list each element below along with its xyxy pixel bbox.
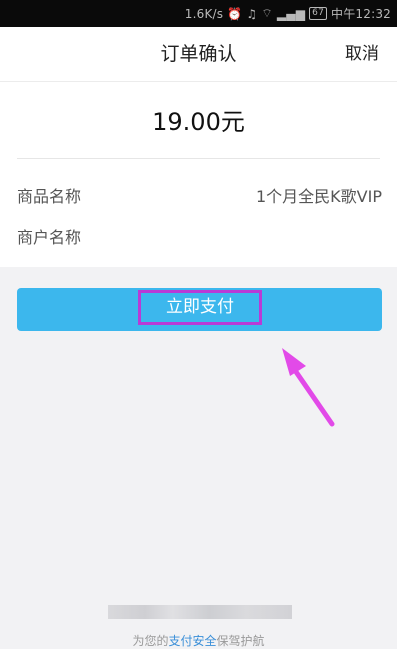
blurred-content [108, 605, 292, 619]
footer-suffix: 保驾护航 [216, 634, 265, 648]
order-info: 商品名称 1个月全民K歌VIP 商户名称 [0, 159, 397, 267]
merchant-label: 商户名称 [17, 228, 82, 247]
headset-icon: ♫ [246, 6, 258, 21]
payment-security-link[interactable]: 支付安全 [168, 634, 216, 648]
merchant-row: 商户名称 [17, 224, 382, 250]
header-bar: 订单确认 取消 [0, 27, 397, 82]
battery-indicator: 67 [309, 7, 328, 20]
status-bar: 1.6K/s ⏰ ♫ ⌔ ▂▄▆ 67 中午12:32 [0, 0, 397, 27]
product-label: 商品名称 [17, 187, 82, 206]
page-title: 订单确认 [160, 43, 237, 65]
cancel-button[interactable]: 取消 [345, 27, 379, 81]
network-speed: 1.6K/s [184, 6, 224, 21]
signal-icon: ▂▄▆ [276, 6, 306, 21]
annotation-arrow [282, 348, 335, 427]
alarm-icon: ⏰ [227, 6, 243, 21]
pay-now-button[interactable]: 立即支付 [17, 288, 382, 331]
security-footer: 为您的支付安全保驾护航 [0, 632, 397, 649]
order-amount: 19.00元 [152, 108, 245, 136]
clock: 中午12:32 [331, 7, 391, 21]
pay-now-label: 立即支付 [138, 290, 262, 325]
wifi-icon: ⌔ [261, 6, 273, 20]
footer-prefix: 为您的 [132, 634, 169, 648]
amount-section: 19.00元 [0, 82, 397, 160]
product-value: 1个月全民K歌VIP [256, 187, 382, 206]
product-row: 商品名称 1个月全民K歌VIP [17, 183, 382, 209]
